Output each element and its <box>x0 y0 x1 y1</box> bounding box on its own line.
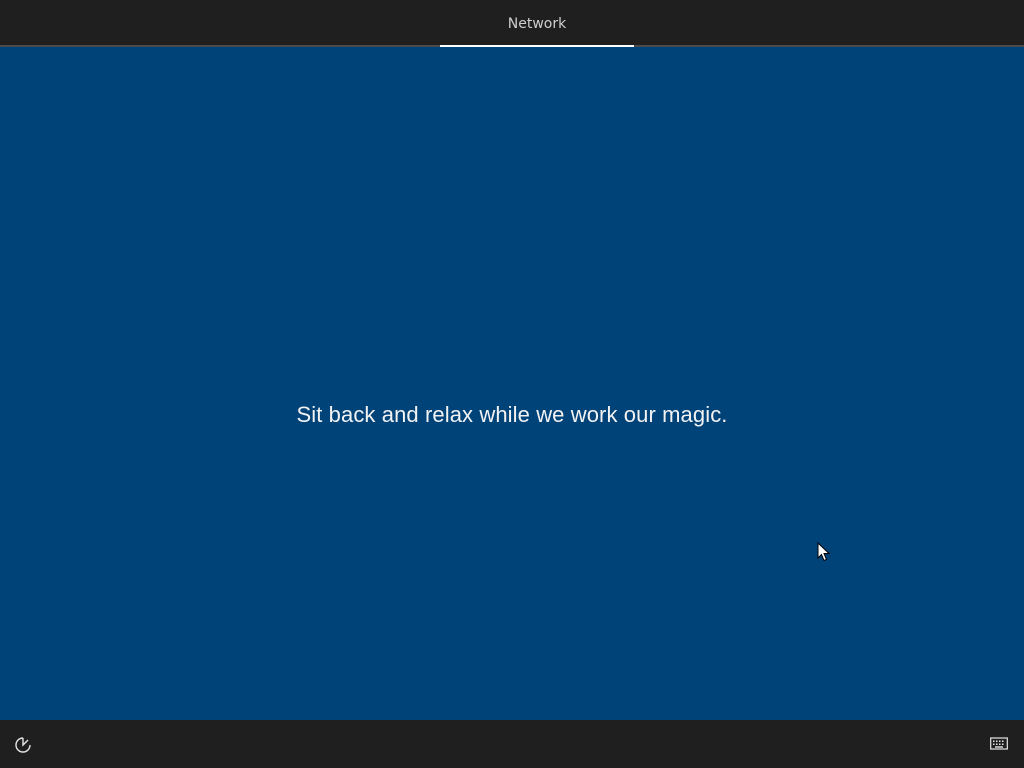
tab-network-label: Network <box>507 16 567 32</box>
tab-network[interactable]: Network <box>440 0 634 47</box>
bottom-bar <box>0 720 1024 768</box>
keyboard-icon[interactable] <box>990 737 1008 751</box>
mouse-pointer-icon <box>817 542 831 562</box>
top-bar: Network <box>0 0 1024 47</box>
main-content: Sit back and relax while we work our mag… <box>0 47 1024 720</box>
status-message: Sit back and relax while we work our mag… <box>296 402 728 427</box>
ease-of-access-icon[interactable] <box>14 736 32 754</box>
